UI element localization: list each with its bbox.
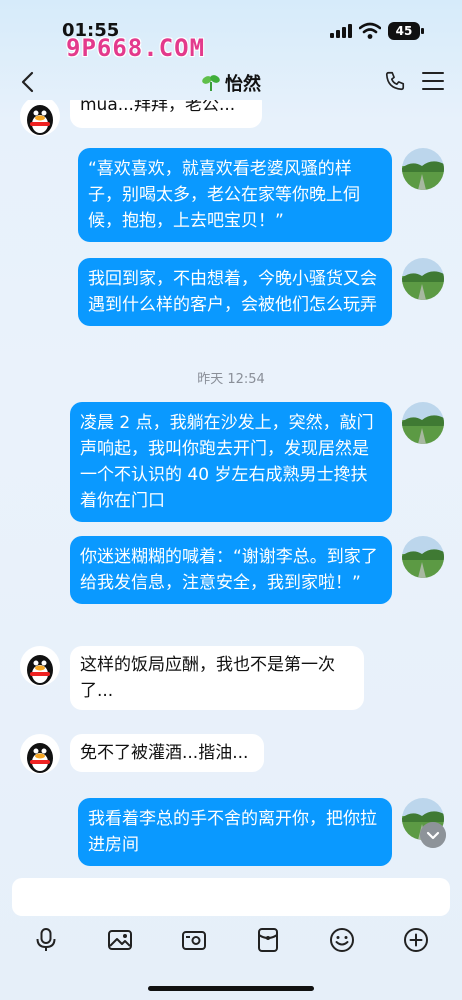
landscape-avatar[interactable] — [402, 536, 444, 578]
message-bubble[interactable]: mua...拜拜，老公... — [70, 100, 262, 128]
input-toolbar — [0, 922, 462, 958]
plus-icon[interactable] — [402, 926, 430, 954]
red-packet-icon[interactable] — [254, 926, 282, 954]
wifi-icon — [359, 22, 381, 39]
emoji-icon[interactable] — [328, 926, 356, 954]
chat-header: 怡然 — [0, 62, 462, 102]
cellular-signal-icon — [330, 24, 352, 38]
landscape-avatar[interactable] — [402, 148, 444, 190]
landscape-avatar[interactable] — [402, 402, 444, 444]
message-list[interactable]: mua...拜拜，老公... “喜欢喜欢，就喜欢看老婆风骚的样子，别喝太多，老公… — [0, 100, 462, 868]
message-input[interactable] — [12, 878, 450, 916]
watermark-text: 9P668.COM — [66, 34, 206, 62]
message-bubble[interactable]: 免不了被灌酒...揩油... — [70, 734, 264, 772]
image-icon[interactable] — [106, 926, 134, 954]
penguin-avatar[interactable] — [20, 646, 60, 686]
contact-name: 怡然 — [225, 74, 261, 95]
penguin-avatar[interactable] — [20, 734, 60, 774]
message-bubble[interactable]: 我看着李总的手不舍的离开你，把你拉进房间 — [78, 798, 392, 866]
landscape-avatar[interactable] — [402, 258, 444, 300]
message-bubble[interactable]: 凌晨 2 点，我躺在沙发上，突然，敲门声响起，我叫你跑去开门，发现居然是一个不认… — [70, 402, 392, 522]
timestamp: 昨天 12:54 — [197, 372, 265, 387]
hamburger-menu-icon[interactable] — [422, 72, 444, 90]
message-bubble[interactable]: 我回到家，不由想着，今晚小骚货又会遇到什么样的客户，会被他们怎么玩弄 — [78, 258, 392, 326]
sprout-icon — [202, 75, 220, 91]
microphone-icon[interactable] — [32, 926, 60, 954]
message-bubble[interactable]: “喜欢喜欢，就喜欢看老婆风骚的样子，别喝太多，老公在家等你晚上伺候，抱抱，上去吧… — [78, 148, 392, 242]
camera-icon[interactable] — [180, 926, 208, 954]
phone-icon[interactable] — [384, 70, 406, 92]
scroll-down-icon[interactable] — [420, 822, 446, 848]
battery-icon: 45 — [388, 22, 424, 40]
home-indicator — [148, 986, 314, 991]
penguin-avatar[interactable] — [20, 100, 60, 136]
message-bubble[interactable]: 你迷迷糊糊的喊着：“谢谢李总。到家了给我发信息，注意安全，我到家啦！” — [70, 536, 392, 604]
message-bubble[interactable]: 这样的饭局应酬，我也不是第一次了... — [70, 646, 364, 710]
